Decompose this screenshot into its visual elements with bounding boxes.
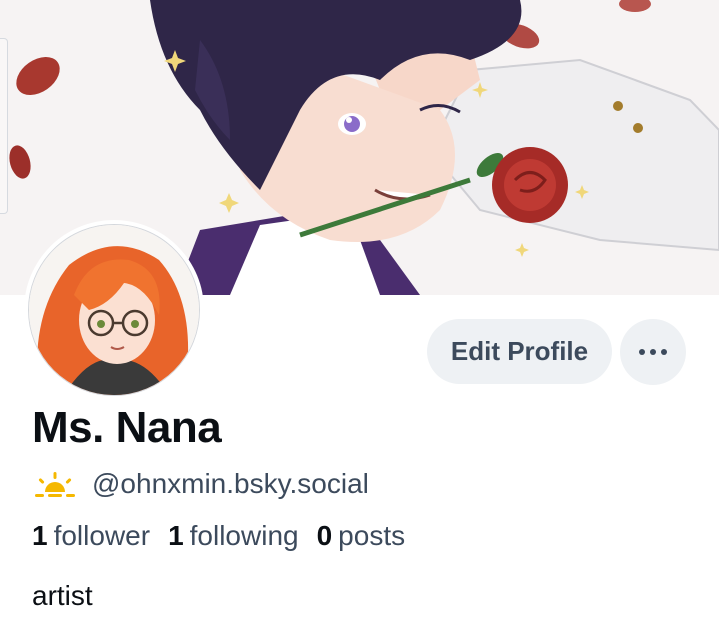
followers-count: 1 (32, 520, 48, 551)
display-name: Ms. Nana (32, 403, 222, 452)
handle-row: @ohnxmin.bsky.social (34, 466, 369, 502)
following-link[interactable]: 1 following (168, 520, 299, 552)
avatar[interactable] (24, 220, 204, 400)
ellipsis-horizontal-icon (639, 349, 667, 355)
profile-bio: artist (32, 580, 93, 611)
scroll-handle[interactable] (0, 38, 8, 214)
profile-stats: 1 follower 1 following 0 posts (32, 520, 423, 552)
following-count: 1 (168, 520, 184, 551)
followers-link[interactable]: 1 follower (32, 520, 150, 552)
avatar-illustration (29, 225, 199, 395)
edit-profile-button[interactable]: Edit Profile (427, 319, 612, 384)
sunrise-icon (35, 472, 75, 497)
posts-label: posts (338, 520, 406, 551)
handle[interactable]: @ohnxmin.bsky.social (92, 468, 369, 500)
posts-count: 0 (316, 520, 333, 551)
followers-label: follower (53, 520, 151, 551)
following-label: following (189, 520, 299, 551)
more-options-button[interactable] (620, 319, 686, 385)
posts-stat: 0 posts (317, 520, 406, 552)
